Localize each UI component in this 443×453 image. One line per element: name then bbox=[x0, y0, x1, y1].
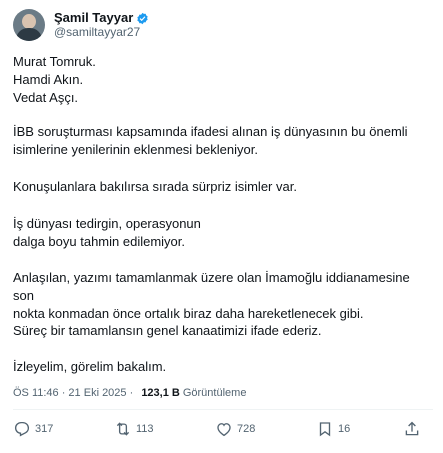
tweet-timestamp[interactable]: ÖS 11:46 · 21 Eki 2025 · bbox=[13, 387, 136, 399]
like-count: 728 bbox=[237, 423, 256, 435]
tweet-paragraph: Anlaşılan, yazımı tamamlanmak üzere olan… bbox=[13, 270, 410, 321]
divider bbox=[13, 409, 433, 410]
share-icon bbox=[405, 421, 419, 436]
like-button[interactable]: 728 bbox=[215, 420, 255, 438]
bookmark-count: 16 bbox=[338, 423, 351, 435]
bookmark-button[interactable]: 16 bbox=[316, 420, 350, 438]
view-count[interactable]: 123,1 B bbox=[141, 387, 180, 399]
tweet-paragraph: İş dünyası tedirgin, operasyonun dalga b… bbox=[13, 216, 201, 249]
view-label: Görüntüleme bbox=[182, 387, 247, 399]
bookmark-icon bbox=[319, 422, 331, 437]
repost-icon bbox=[116, 422, 130, 436]
like-icon bbox=[217, 423, 231, 437]
share-button[interactable] bbox=[403, 420, 421, 438]
tweet-meta: ÖS 11:46 · 21 Eki 2025 · 123,1 B Görüntü… bbox=[13, 387, 246, 399]
repost-button[interactable]: 113 bbox=[114, 420, 154, 438]
tweet-card: Şamil Tayyar @samiltayyar27 Murat Tomruk… bbox=[0, 0, 443, 453]
tweet-paragraph: Konuşulanlara bakılırsa sırada sürpriz i… bbox=[13, 179, 297, 194]
reply-count: 317 bbox=[35, 423, 54, 435]
tweet-paragraph: Murat Tomruk. Hamdi Akın. Vedat Aşçı. bbox=[13, 54, 96, 105]
tweet-header: Şamil Tayyar @samiltayyar27 bbox=[13, 9, 149, 41]
tweet-paragraph: İzleyelim, görelim bakalım. bbox=[13, 359, 167, 374]
tweet-paragraph: İBB soruşturması kapsamında ifadesi alın… bbox=[13, 124, 408, 157]
author-display-name[interactable]: Şamil Tayyar bbox=[54, 11, 133, 25]
verified-badge-icon[interactable] bbox=[136, 12, 149, 25]
action-bar: 317 113 728 16 bbox=[13, 420, 433, 442]
author-handle[interactable]: @samiltayyar27 bbox=[54, 25, 149, 39]
reply-icon bbox=[14, 421, 30, 437]
author-names: Şamil Tayyar @samiltayyar27 bbox=[54, 11, 149, 39]
reply-button[interactable]: 317 bbox=[13, 420, 53, 438]
repost-count: 113 bbox=[136, 423, 154, 435]
avatar[interactable] bbox=[13, 9, 45, 41]
tweet-paragraph: Süreç bir tamamlansın genel kanaatimizi … bbox=[13, 323, 322, 338]
